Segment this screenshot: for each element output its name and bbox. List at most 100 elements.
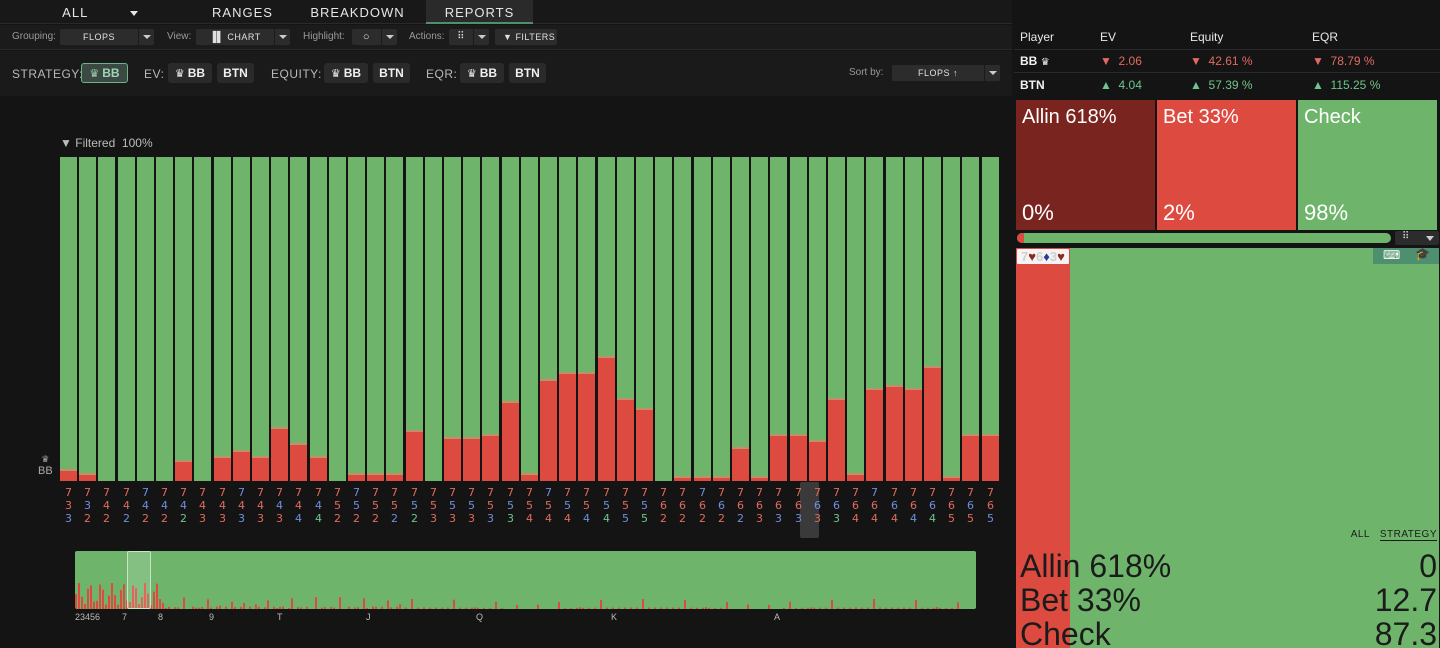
flop-card-label[interactable]: 3 <box>425 513 442 525</box>
flop-card-label[interactable]: 7 <box>559 487 576 499</box>
flop-card-label[interactable]: 3 <box>60 513 77 525</box>
flop-card-label[interactable]: 6 <box>866 500 883 512</box>
flop-card-label[interactable]: 6 <box>828 500 845 512</box>
flop-card-label[interactable]: 3 <box>233 513 250 525</box>
flop-card-label[interactable]: 4 <box>271 500 288 512</box>
flop-bar[interactable] <box>290 157 307 481</box>
flop-card-label[interactable]: 7 <box>962 487 979 499</box>
flop-card-label[interactable]: 5 <box>329 500 346 512</box>
flop-card-label[interactable]: 5 <box>348 500 365 512</box>
gamepad-icon[interactable]: ⌨ <box>1383 248 1400 262</box>
flop-card-label[interactable]: 5 <box>617 513 634 525</box>
flop-card-label[interactable]: 3 <box>809 513 826 525</box>
flop-card-label[interactable]: 4 <box>175 500 192 512</box>
flop-bar[interactable] <box>732 157 749 481</box>
grouping-select[interactable]: FLOPS <box>60 29 154 45</box>
flop-card-label[interactable]: 5 <box>962 513 979 525</box>
flop-card-label[interactable]: 4 <box>214 500 231 512</box>
flop-bar[interactable] <box>310 157 327 481</box>
flop-card-label[interactable]: 6 <box>674 500 691 512</box>
eqr-bb-button[interactable]: ♛ BB <box>460 63 504 83</box>
flop-bar[interactable] <box>905 157 922 481</box>
flop-card-label[interactable]: 6 <box>943 500 960 512</box>
flop-card-label[interactable]: 7 <box>790 487 807 499</box>
flop-card-label[interactable]: 2 <box>348 513 365 525</box>
flop-card-label[interactable]: 7 <box>655 487 672 499</box>
flop-card-label[interactable]: 3 <box>463 513 480 525</box>
flop-bar[interactable] <box>271 157 288 481</box>
flop-card-label[interactable]: 2 <box>386 513 403 525</box>
flop-card-label[interactable]: 5 <box>367 500 384 512</box>
flop-bar[interactable] <box>847 157 864 481</box>
flop-card-label[interactable]: 4 <box>310 500 327 512</box>
flop-card-label[interactable]: 7 <box>924 487 941 499</box>
flop-card-label[interactable]: 5 <box>540 500 557 512</box>
flop-card-label[interactable]: 2 <box>175 513 192 525</box>
flop-card-label[interactable]: 3 <box>828 513 845 525</box>
flop-bar[interactable] <box>329 157 346 481</box>
flop-card-label[interactable]: 3 <box>214 513 231 525</box>
highlight-select[interactable]: ○ <box>352 29 397 45</box>
flop-card-label[interactable]: 4 <box>847 513 864 525</box>
flop-card-label[interactable]: 7 <box>809 487 826 499</box>
flop-card-label[interactable]: 7 <box>598 487 615 499</box>
flop-card-label[interactable]: 4 <box>137 500 154 512</box>
flop-card-label[interactable]: 2 <box>79 513 96 525</box>
flop-card-label[interactable]: 2 <box>655 513 672 525</box>
flop-card-label[interactable]: 7 <box>674 487 691 499</box>
flop-card-label[interactable]: 7 <box>540 487 557 499</box>
flop-card-label[interactable]: 3 <box>271 513 288 525</box>
flop-bar[interactable] <box>694 157 711 481</box>
eqr-btn-button[interactable]: BTN <box>509 63 546 83</box>
flop-card-label[interactable]: 7 <box>425 487 442 499</box>
flop-bar[interactable] <box>866 157 883 481</box>
flop-bar[interactable] <box>809 157 826 481</box>
chevron-down-icon[interactable] <box>129 11 138 17</box>
flop-bar[interactable] <box>444 157 461 481</box>
flop-card-label[interactable]: 7 <box>636 487 653 499</box>
flop-card-label[interactable]: 7 <box>348 487 365 499</box>
flop-card-label[interactable]: 5 <box>559 500 576 512</box>
flop-card-label[interactable]: 6 <box>982 500 999 512</box>
flop-bar[interactable] <box>578 157 595 481</box>
flop-bar[interactable] <box>751 157 768 481</box>
flop-card-label[interactable]: 4 <box>156 500 173 512</box>
flop-bar[interactable] <box>790 157 807 481</box>
flop-card-label[interactable]: 5 <box>636 513 653 525</box>
flop-card-label[interactable]: 5 <box>636 500 653 512</box>
flop-card-label[interactable]: 7 <box>367 487 384 499</box>
flop-card-label[interactable]: 4 <box>310 513 327 525</box>
flop-bar[interactable] <box>367 157 384 481</box>
flop-card-label[interactable]: 6 <box>924 500 941 512</box>
flop-card-label[interactable]: 7 <box>290 487 307 499</box>
flop-bar[interactable] <box>79 157 96 481</box>
flop-card-label[interactable]: 6 <box>655 500 672 512</box>
flop-card-label[interactable]: 7 <box>886 487 903 499</box>
overview-scrollbar[interactable] <box>75 551 976 609</box>
ev-btn-button[interactable]: BTN <box>217 63 254 83</box>
flop-card-label[interactable]: 7 <box>214 487 231 499</box>
flop-card-label[interactable]: 7 <box>79 487 96 499</box>
action-box-allin[interactable]: Allin 618% 0% <box>1016 100 1155 230</box>
flop-bar[interactable] <box>540 157 557 481</box>
flop-card-label[interactable]: 6 <box>847 500 864 512</box>
flop-card-label[interactable]: 6 <box>751 500 768 512</box>
filters-button[interactable]: ▼ FILTERS <box>495 29 557 45</box>
flop-card-label[interactable]: 7 <box>828 487 845 499</box>
flop-card-label[interactable]: 7 <box>617 487 634 499</box>
flop-card-label[interactable]: 7 <box>482 487 499 499</box>
flop-card-label[interactable]: 3 <box>770 513 787 525</box>
flop-card-label[interactable]: 7 <box>751 487 768 499</box>
flop-card-label[interactable]: 4 <box>905 513 922 525</box>
overview-window-handle[interactable] <box>127 551 151 609</box>
flop-card-label[interactable]: 6 <box>790 500 807 512</box>
action-box-bet[interactable]: Bet 33% 2% <box>1157 100 1296 230</box>
flop-card-label[interactable]: 7 <box>386 487 403 499</box>
flop-bar[interactable] <box>482 157 499 481</box>
flop-card-label[interactable]: 5 <box>943 513 960 525</box>
flop-card-label[interactable]: 7 <box>732 487 749 499</box>
flop-card-label[interactable]: 4 <box>290 500 307 512</box>
flop-bar[interactable] <box>175 157 192 481</box>
flop-card-label[interactable]: 5 <box>502 500 519 512</box>
flop-bar[interactable] <box>194 157 211 481</box>
